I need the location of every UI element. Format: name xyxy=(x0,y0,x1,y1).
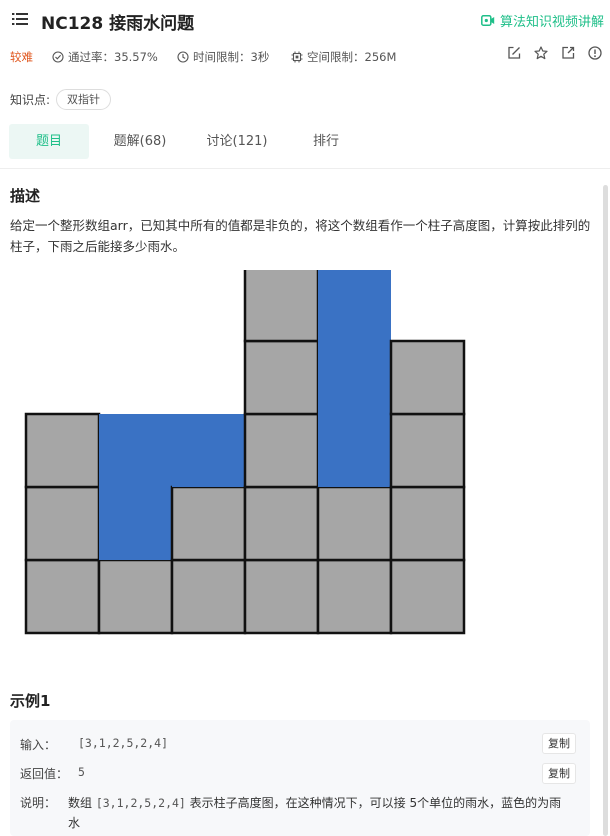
video-link-label: 算法知识视频讲解 xyxy=(499,15,604,30)
pass-rate: 通过率：35.57% xyxy=(52,49,158,65)
chip-icon xyxy=(291,51,303,63)
explain-text-pre: 数组 xyxy=(68,796,96,810)
video-icon xyxy=(481,15,495,26)
water-block xyxy=(99,414,172,560)
explain-label: 说明： xyxy=(20,796,57,810)
water-block xyxy=(172,414,245,487)
copy-output-button[interactable]: 复制 xyxy=(542,763,576,784)
example-explanation: 数组 [3,1,2,5,2,4] 表示柱子高度图，在这种情况下，可以接 5个单位… xyxy=(68,793,568,833)
menu-icon[interactable] xyxy=(12,12,28,26)
memory-limit: 空间限制：256M xyxy=(291,49,396,65)
bar-block xyxy=(316,485,393,562)
star-icon[interactable] xyxy=(534,46,548,60)
tab-discussion[interactable]: 讨论(121) xyxy=(191,124,283,159)
output-label: 返回值： xyxy=(20,767,69,781)
pass-rate-text: 通过率：35.57% xyxy=(68,50,158,64)
bar-block xyxy=(389,412,466,489)
page-title: NC128 接雨水问题 xyxy=(41,14,195,34)
input-label: 输入： xyxy=(20,738,57,752)
bar-block xyxy=(243,270,320,343)
bar-block xyxy=(24,558,101,635)
memory-limit-text: 空间限制：256M xyxy=(307,50,397,64)
problem-header: NC128 接雨水问题 算法知识视频讲解 xyxy=(0,0,610,40)
check-circle-icon xyxy=(52,51,64,63)
clock-icon xyxy=(177,51,189,63)
knowledge-label: 知识点: xyxy=(10,92,51,107)
example-heading: 示例1 xyxy=(10,692,51,710)
output-value: 5 xyxy=(78,765,85,779)
time-limit-text: 时间限制：3秒 xyxy=(193,50,270,64)
tab-divider xyxy=(0,168,610,169)
bar-block xyxy=(24,412,101,489)
input-value: [3,1,2,5,2,4] xyxy=(78,736,169,750)
knowledge-tag[interactable]: 双指针 xyxy=(56,88,112,110)
bar-block xyxy=(243,558,320,635)
bar-block xyxy=(316,558,393,635)
problem-meta: 较难 通过率：35.57% 时间限制：3秒 空间限制：256M xyxy=(0,46,610,66)
bar-block xyxy=(170,558,247,635)
difficulty-badge: 较难 xyxy=(10,50,33,64)
share-icon[interactable] xyxy=(561,46,575,60)
tab-solutions[interactable]: 题解(68) xyxy=(89,124,191,159)
description-text: 给定一个整形数组arr，已知其中所有的值都是非负的，将这个数组看作一个柱子高度图… xyxy=(10,218,591,254)
water-block xyxy=(318,270,391,487)
bar-block xyxy=(389,485,466,562)
tab-ranking[interactable]: 排行 xyxy=(283,124,369,159)
copy-input-button[interactable]: 复制 xyxy=(542,733,576,754)
knowledge-points: 知识点: 双指针 xyxy=(10,88,112,110)
scrollbar[interactable] xyxy=(603,185,608,836)
problem-tabs: 题目 题解(68) 讨论(121) 排行 xyxy=(9,124,369,159)
description-heading: 描述 xyxy=(10,187,41,205)
bar-block xyxy=(24,485,101,562)
bar-block xyxy=(243,412,320,489)
bar-block xyxy=(243,485,320,562)
explain-code: [3,1,2,5,2,4] xyxy=(95,796,186,810)
rain-water-diagram xyxy=(24,270,466,635)
video-explanation-link[interactable]: 算法知识视频讲解 xyxy=(481,11,604,30)
time-limit: 时间限制：3秒 xyxy=(177,49,269,65)
bar-block xyxy=(243,339,320,416)
info-icon[interactable] xyxy=(588,46,602,60)
bar-block xyxy=(389,339,466,416)
bar-block xyxy=(170,485,247,562)
edit-icon[interactable] xyxy=(507,46,521,60)
bar-block xyxy=(97,558,174,635)
tab-problem[interactable]: 题目 xyxy=(9,124,89,159)
bar-block xyxy=(389,558,466,635)
problem-actions xyxy=(507,46,602,60)
